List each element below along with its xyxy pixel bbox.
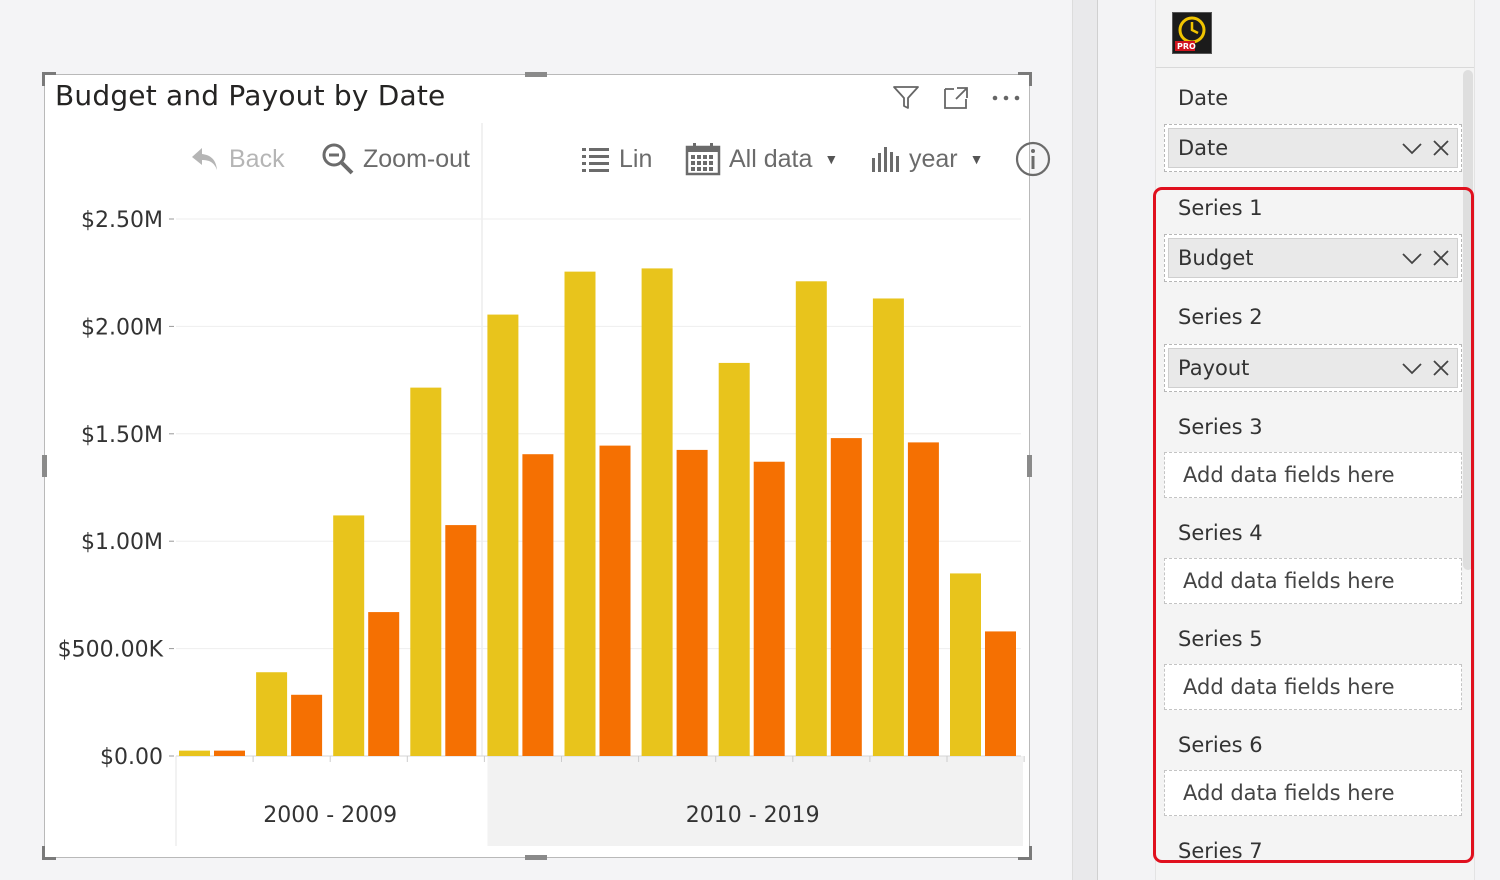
remove-field-icon[interactable]: [1431, 358, 1451, 378]
budget-field-label: Budget: [1178, 246, 1254, 270]
series4-well[interactable]: Add data fields here: [1164, 558, 1462, 604]
date-well-label: Date: [1178, 86, 1229, 110]
pane-divider: [1072, 0, 1098, 880]
bar-series2: [985, 631, 1016, 756]
group-band: [487, 756, 1023, 846]
series6-well-label: Series 6: [1178, 733, 1263, 757]
y-tick-label: $0.00: [100, 745, 163, 770]
bar-series2: [599, 445, 631, 756]
y-tick-label: $2.00M: [81, 315, 163, 340]
remove-field-icon[interactable]: [1431, 248, 1451, 268]
bar-series1: [333, 515, 365, 756]
pane-scrollbar[interactable]: [1463, 70, 1473, 570]
series6-well[interactable]: Add data fields here: [1164, 770, 1462, 816]
bar-series2: [830, 438, 862, 756]
series5-well-label: Series 5: [1178, 627, 1263, 651]
date-field-label: Date: [1178, 136, 1229, 160]
series3-well[interactable]: Add data fields here: [1164, 452, 1462, 498]
bar-series2: [907, 442, 939, 756]
chevron-down-icon[interactable]: [1401, 139, 1423, 159]
payout-field-label: Payout: [1178, 356, 1250, 380]
y-tick-label: $2.50M: [81, 208, 163, 233]
series1-well-label: Series 1: [1178, 196, 1263, 220]
bar-series1: [179, 750, 210, 756]
y-tick-label: $1.50M: [81, 423, 163, 448]
bar-series2: [368, 612, 400, 756]
bar-series2: [676, 449, 708, 756]
bar-series2: [522, 454, 554, 756]
remove-field-icon[interactable]: [1431, 138, 1451, 158]
bar-series1: [256, 672, 288, 756]
series5-well[interactable]: Add data fields here: [1164, 664, 1462, 710]
chevron-down-icon[interactable]: [1401, 359, 1423, 379]
x-group-label: 2010 - 2019: [686, 803, 820, 828]
date-well[interactable]: Date: [1164, 124, 1462, 172]
visual-icon-strip: PRO: [1156, 0, 1474, 68]
bar-series2: [291, 694, 323, 756]
date-field-pill[interactable]: Date: [1168, 128, 1458, 168]
bar-series1: [487, 314, 519, 756]
budget-field-pill[interactable]: Budget: [1168, 238, 1458, 278]
series4-well-label: Series 4: [1178, 521, 1263, 545]
bar-series1: [564, 271, 596, 756]
bar-series2: [214, 750, 245, 756]
bar-series1: [641, 268, 673, 756]
chart-visual[interactable]: Budget and Payout by Date Back Zoom-out …: [42, 72, 1051, 860]
svg-text:PRO: PRO: [1177, 42, 1196, 51]
series1-well[interactable]: Budget: [1164, 234, 1462, 282]
bar-series2: [445, 525, 477, 756]
bar-chart: $0.00 $500.00K $1.00M $1.50M $2.00M $2.50M 200…: [58, 123, 1025, 846]
chevron-down-icon[interactable]: [1401, 249, 1423, 269]
bar-series1: [795, 281, 827, 756]
y-tick-label: $500.00K: [58, 638, 164, 663]
series2-well-label: Series 2: [1178, 305, 1263, 329]
x-group-label: 2000 - 2009: [263, 803, 397, 828]
series3-well-label: Series 3: [1178, 415, 1263, 439]
bar-series1: [950, 573, 981, 756]
bar-series1: [718, 362, 750, 756]
series7-well-label: Series 7: [1178, 839, 1263, 863]
bar-series2: [753, 461, 785, 756]
payout-field-pill[interactable]: Payout: [1168, 348, 1458, 388]
custom-visual-icon[interactable]: PRO: [1172, 12, 1212, 54]
bar-series1: [410, 387, 442, 756]
series2-well[interactable]: Payout: [1164, 344, 1462, 392]
bar-series1: [872, 298, 904, 756]
y-tick-label: $1.00M: [81, 530, 163, 555]
